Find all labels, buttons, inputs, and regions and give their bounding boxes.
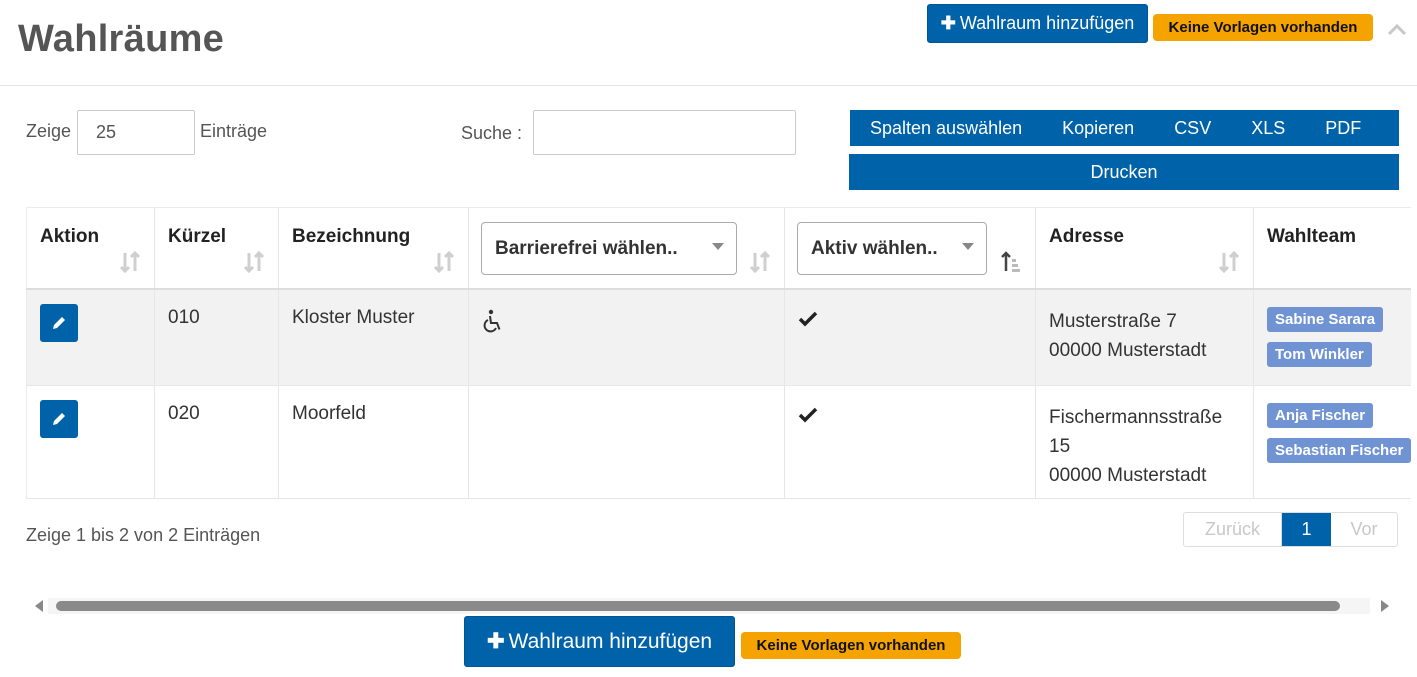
xls-button[interactable]: XLS (1231, 110, 1305, 146)
column-label: Bezeichnung (292, 226, 411, 247)
page-1-button[interactable]: 1 (1282, 513, 1331, 546)
search-label: Suche : (461, 123, 523, 143)
team-member-tag: Sabine Sarara (1267, 306, 1384, 332)
caret-down-icon (712, 243, 724, 250)
no-templates-badge[interactable]: Keine Vorlagen vorhanden (1153, 14, 1373, 41)
pencil-icon (53, 413, 65, 425)
sort-icon[interactable] (750, 250, 770, 274)
sort-ascending-icon[interactable] (1001, 250, 1021, 274)
edit-button[interactable] (40, 400, 78, 438)
column-header-active: Aktiv wählen.. (784, 207, 1036, 290)
column-header-accessible: Barrierefrei wählen.. (468, 207, 785, 290)
sort-icon (244, 250, 264, 273)
polling-rooms-table: Aktion Kürzel Bezeichnung Barrierefrei w… (26, 207, 1412, 499)
sort-icon (1219, 250, 1239, 273)
address-line: 00000 Musterstadt (1049, 339, 1207, 361)
add-polling-room-button[interactable]: ✚ Wahlraum hinzufügen (927, 4, 1148, 43)
address-cell: Fischermannsstraße 15 00000 Musterstadt (1035, 385, 1254, 499)
active-cell (784, 288, 1036, 386)
pagination: Zurück 1 Vor (1183, 512, 1398, 547)
table-row: 020 Moorfeld Fischermannsstraße 15 00000… (26, 385, 1412, 499)
add-polling-room-label: Wahlraum hinzufügen (508, 629, 713, 653)
accessible-cell (468, 385, 785, 499)
name-cell: Moorfeld (278, 385, 469, 499)
team-cell: Anja Fischer Sebastian Fischer (1253, 385, 1412, 499)
page-title: Wahlräume (18, 18, 225, 60)
wheelchair-icon (483, 309, 501, 332)
next-page-button[interactable]: Vor (1331, 513, 1397, 546)
show-label: Zeige (26, 121, 72, 141)
add-polling-room-label: Wahlraum hinzufügen (959, 13, 1135, 33)
column-header-team[interactable]: Wahlteam (1253, 207, 1412, 290)
team-member-tag: Tom Winkler (1267, 341, 1372, 367)
table-info: Zeige 1 bis 2 von 2 Einträgen (26, 525, 261, 545)
team-member-tag: Sebastian Fischer (1267, 438, 1412, 463)
accessible-cell (468, 288, 785, 386)
scroll-right-arrow-icon[interactable] (1381, 600, 1389, 612)
active-cell (784, 385, 1036, 499)
check-icon (798, 407, 818, 423)
action-cell (26, 385, 155, 499)
csv-button[interactable]: CSV (1154, 110, 1231, 146)
table-header-row: Aktion Kürzel Bezeichnung Barrierefrei w… (26, 207, 1412, 290)
address-line: Musterstraße 7 (1049, 310, 1177, 332)
search-input[interactable] (533, 110, 796, 155)
plus-icon: ✚ (486, 630, 505, 653)
pdf-button[interactable]: PDF (1305, 110, 1381, 146)
edit-button[interactable] (40, 303, 78, 342)
copy-button[interactable]: Kopieren (1042, 110, 1154, 146)
column-label: Adresse (1049, 226, 1124, 247)
column-label: Kürzel (168, 226, 227, 247)
address-line: Fischermannsstraße (1049, 407, 1223, 428)
prev-page-button[interactable]: Zurück (1184, 513, 1282, 546)
column-header-code[interactable]: Kürzel (154, 207, 279, 290)
column-label: Wahlteam (1267, 226, 1357, 247)
address-line: 00000 Musterstadt (1049, 465, 1207, 486)
export-toolbar: Spalten auswählen Kopieren CSV XLS PDF (850, 110, 1399, 146)
address-line: 15 (1049, 436, 1071, 457)
address-cell: Musterstraße 7 00000 Musterstadt (1035, 288, 1254, 386)
scroll-left-arrow-icon[interactable] (35, 600, 43, 612)
accessible-filter-select[interactable]: Barrierefrei wählen.. (481, 222, 737, 275)
check-icon (798, 311, 818, 326)
code-cell: 010 (154, 288, 279, 386)
active-filter-select[interactable]: Aktiv wählen.. (797, 222, 987, 275)
column-header-name[interactable]: Bezeichnung (278, 207, 469, 290)
chevron-up-icon[interactable] (1386, 20, 1408, 40)
no-templates-badge-bottom[interactable]: Keine Vorlagen vorhanden (741, 632, 961, 659)
code-cell: 020 (154, 385, 279, 499)
sort-icon (120, 250, 140, 273)
filter-label: Barrierefrei wählen.. (495, 237, 678, 259)
name-cell: Kloster Muster (278, 288, 469, 386)
column-visibility-button[interactable]: Spalten auswählen (850, 110, 1042, 146)
team-member-tag: Anja Fischer (1267, 403, 1374, 428)
scrollbar-thumb[interactable] (56, 601, 1340, 611)
caret-down-icon (962, 243, 974, 250)
sort-icon (434, 250, 454, 273)
table-row: 010 Kloster Muster Musterstraße 7 00000 … (26, 288, 1412, 386)
column-header-action[interactable]: Aktion (26, 207, 155, 290)
team-cell: Sabine Sarara Tom Winkler (1253, 288, 1412, 386)
pencil-icon (53, 316, 65, 329)
column-header-address[interactable]: Adresse (1035, 207, 1254, 290)
column-label: Aktion (40, 226, 100, 247)
header-divider (0, 85, 1417, 86)
filter-label: Aktiv wählen.. (811, 237, 938, 259)
entries-label: Einträge (200, 121, 268, 141)
action-cell (26, 288, 155, 386)
add-polling-room-button-bottom[interactable]: ✚ Wahlraum hinzufügen (464, 616, 735, 667)
plus-icon: ✚ (940, 13, 956, 33)
page-length-select[interactable]: 25 (77, 110, 195, 155)
print-button[interactable]: Drucken (849, 154, 1399, 190)
